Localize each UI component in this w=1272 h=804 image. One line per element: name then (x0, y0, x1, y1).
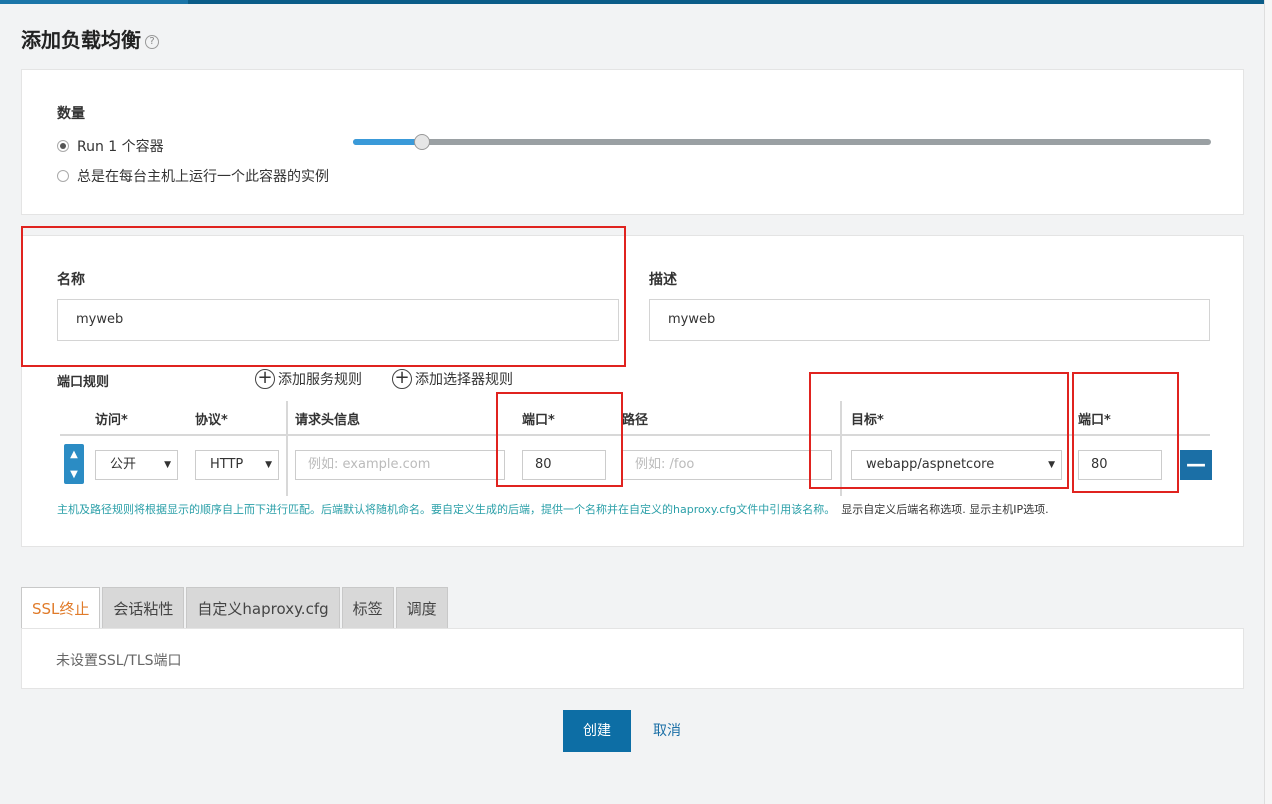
name-input[interactable]: myweb (57, 299, 619, 341)
chevron-down-icon[interactable]: ▼ (70, 469, 78, 480)
tab-scheduling[interactable]: 调度 (395, 587, 448, 629)
config-card: 名称 myweb 描述 myweb 端口规则 + 添加服务规则 + 添加选择器规… (21, 235, 1244, 547)
tab-stickiness[interactable]: 会话粘性 (102, 587, 185, 629)
add-service-rule-label: 添加服务规则 (278, 372, 362, 388)
scale-label: 数量 (57, 106, 85, 122)
top-bar-accent (0, 0, 188, 4)
header-access: 访问* (95, 413, 128, 428)
scale-option-global[interactable]: 总是在每台主机上运行一个此容器的实例 (57, 166, 329, 186)
add-service-rule-button[interactable]: + 添加服务规则 (255, 369, 362, 389)
path-input[interactable]: 例如: /foo (622, 450, 832, 480)
tab-ssl[interactable]: SSL终止 (21, 587, 101, 629)
tab-custom-haproxy[interactable]: 自定义haproxy.cfg (186, 587, 340, 629)
page-title: 添加负载均衡? (21, 24, 159, 53)
table-header-divider (60, 434, 1210, 436)
description-label: 描述 (649, 272, 677, 288)
column-divider (840, 401, 842, 496)
request-host-input[interactable]: 例如: example.com (295, 450, 505, 480)
tab-panel: 未设置SSL/TLS端口 (21, 628, 1244, 689)
description-input[interactable]: myweb (649, 299, 1210, 341)
minus-icon: — (1186, 452, 1206, 476)
caret-down-icon: ▼ (265, 460, 272, 470)
header-port: 端口* (522, 413, 555, 428)
caret-down-icon: ▼ (164, 460, 171, 470)
protocol-select[interactable]: HTTP ▼ (195, 450, 279, 480)
target-port-input[interactable]: 80 (1078, 450, 1162, 480)
chevron-up-icon[interactable]: ▲ (70, 449, 78, 460)
cancel-button[interactable]: 取消 (653, 710, 681, 752)
scale-slider[interactable] (353, 134, 1211, 150)
scale-option-run[interactable]: Run 1 个容器 (57, 136, 164, 156)
column-divider (286, 401, 288, 496)
access-select-value: 公开 (110, 457, 137, 472)
port-rules-label: 端口规则 (57, 375, 110, 390)
help-icon[interactable]: ? (145, 34, 159, 49)
plus-circle-icon: + (392, 369, 412, 389)
radio-global[interactable] (57, 170, 69, 182)
top-bar (0, 0, 1264, 4)
protocol-select-value: HTTP (210, 457, 244, 472)
scrollbar[interactable] (1264, 0, 1272, 804)
header-protocol: 协议* (195, 413, 228, 428)
header-target: 目标* (851, 413, 884, 428)
scale-slider-handle[interactable] (413, 134, 430, 150)
access-select[interactable]: 公开 ▼ (95, 450, 178, 480)
tab-panel-text: 未设置SSL/TLS端口 (56, 653, 182, 669)
create-button[interactable]: 创建 (563, 710, 631, 752)
scale-card: 数量 Run 1 个容器 总是在每台主机上运行一个此容器的实例 (21, 69, 1244, 215)
name-label: 名称 (57, 272, 85, 288)
page-title-text: 添加负载均衡 (21, 28, 141, 52)
plus-circle-icon: + (255, 369, 275, 389)
caret-down-icon: ▼ (1048, 460, 1055, 470)
tab-labels[interactable]: 标签 (341, 587, 394, 629)
port-rules-hint: 主机及路径规则将根据显示的顺序自上而下进行匹配。后端默认将随机命名。要自定义生成… (57, 501, 1049, 517)
header-path: 路径 (622, 413, 649, 428)
reorder-updown-button[interactable]: ▲ ▼ (64, 444, 84, 484)
hint-options-link[interactable]: 显示自定义后端名称选项. 显示主机IP选项. (841, 503, 1048, 516)
scale-slider-fill (353, 139, 422, 145)
header-target-port: 端口* (1078, 413, 1111, 428)
target-select[interactable]: webapp/aspnetcore ▼ (851, 450, 1062, 480)
scale-option-global-label: 总是在每台主机上运行一个此容器的实例 (77, 169, 329, 185)
add-selector-rule-label: 添加选择器规则 (415, 372, 513, 388)
target-select-value: webapp/aspnetcore (866, 457, 995, 472)
scale-option-run-label: Run 1 个容器 (77, 139, 164, 155)
add-selector-rule-button[interactable]: + 添加选择器规则 (392, 369, 513, 389)
header-request-host: 请求头信息 (295, 413, 361, 428)
tab-bar: SSL终止 会话粘性 自定义haproxy.cfg 标签 调度 (21, 587, 450, 629)
radio-run-count[interactable] (57, 140, 69, 152)
remove-rule-button[interactable]: — (1180, 450, 1212, 480)
port-rules-hint-text: 主机及路径规则将根据显示的顺序自上而下进行匹配。后端默认将随机命名。要自定义生成… (57, 503, 836, 516)
source-port-input[interactable]: 80 (522, 450, 606, 480)
